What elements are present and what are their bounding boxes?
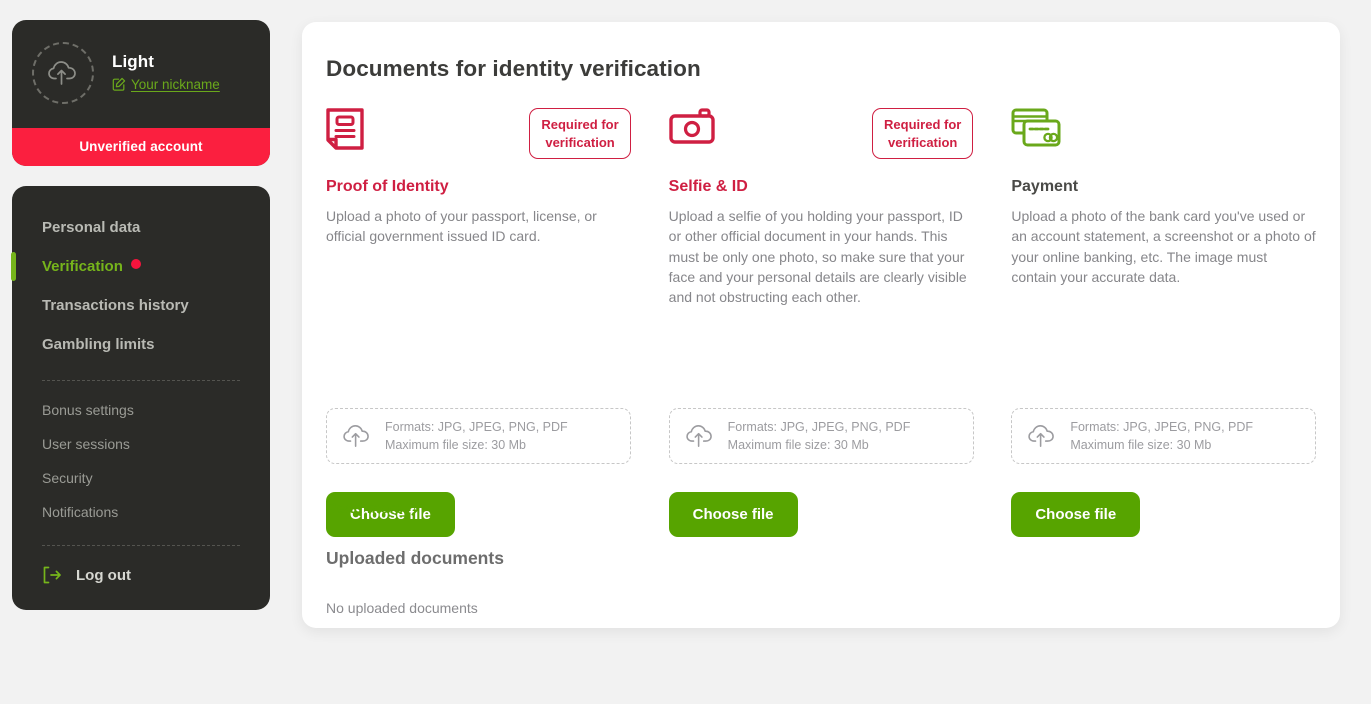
column-description: Upload a photo of your passport, license… xyxy=(326,206,631,247)
column-title: Proof of Identity xyxy=(326,178,631,196)
sidebar-item-label: Gambling limits xyxy=(42,336,155,353)
column-description: Upload a photo of the bank card you've u… xyxy=(1011,206,1316,287)
dropzone-maxsize: Maximum file size: 30 Mb xyxy=(728,436,911,454)
dropzone[interactable]: Formats: JPG, JPEG, PNG, PDF Maximum fil… xyxy=(669,408,974,464)
column-title: Selfie & ID xyxy=(669,178,974,196)
profile-card: Light Your nickname Unverified account xyxy=(12,20,270,166)
read-more-label: Read more xyxy=(326,500,404,517)
document-columns: Required for verification Proof of Ident… xyxy=(326,108,1316,307)
required-badge[interactable]: Required for verification xyxy=(529,108,630,159)
logout-label: Log out xyxy=(76,567,131,584)
dropzone-formats: Formats: JPG, JPEG, PNG, PDF xyxy=(385,418,568,436)
status-badge: Unverified account xyxy=(12,128,270,166)
sidebar-item-transactions-history[interactable]: Transactions history xyxy=(12,286,270,325)
nickname-row[interactable]: Your nickname xyxy=(112,77,220,92)
dropzone-maxsize: Maximum file size: 30 Mb xyxy=(1070,436,1253,454)
avatar[interactable] xyxy=(32,42,94,104)
sidebar-item-security[interactable]: Security xyxy=(12,461,270,495)
sidebar-item-verification[interactable]: Verification xyxy=(12,247,270,286)
uploaded-documents-title: Uploaded documents xyxy=(326,548,504,569)
chevron-right-icon xyxy=(411,502,420,516)
column-description: Upload a selfie of you holding your pass… xyxy=(669,206,974,307)
sidebar-item-gambling-limits[interactable]: Gambling limits xyxy=(12,325,270,364)
column-header: Required for verification xyxy=(326,108,631,160)
notification-dot-icon xyxy=(131,259,141,269)
sidebar-nav: Personal data Verification Transactions … xyxy=(12,186,270,610)
column-title: Payment xyxy=(1011,178,1316,196)
sidebar-item-label: Personal data xyxy=(42,219,140,236)
choose-file-button[interactable]: Choose file xyxy=(669,492,798,537)
profile-name: Light xyxy=(112,52,220,72)
sidebar-item-notifications[interactable]: Notifications xyxy=(12,495,270,529)
column-header: Required for verification xyxy=(669,108,974,160)
cloud-upload-icon xyxy=(343,424,371,448)
sidebar-item-personal-data[interactable]: Personal data xyxy=(12,208,270,247)
dropzone-formats: Formats: JPG, JPEG, PNG, PDF xyxy=(728,418,911,436)
verification-panel: Documents for identity verification Requ… xyxy=(302,22,1340,628)
dropzone-text: Formats: JPG, JPEG, PNG, PDF Maximum fil… xyxy=(1070,418,1253,454)
document-column-payment: Payment Upload a photo of the bank card … xyxy=(1011,108,1316,307)
sidebar: Light Your nickname Unverified account P… xyxy=(12,20,270,610)
sidebar-item-bonus-settings[interactable]: Bonus settings xyxy=(12,393,270,427)
cloud-upload-icon xyxy=(1028,424,1056,448)
column-header xyxy=(1011,108,1316,160)
camera-icon xyxy=(669,108,715,144)
page-title: Documents for identity verification xyxy=(326,56,1316,82)
sidebar-item-label: Verification xyxy=(42,258,123,275)
sidebar-item-user-sessions[interactable]: User sessions xyxy=(12,427,270,461)
read-more-link[interactable]: Read more xyxy=(326,500,420,517)
nav-divider xyxy=(42,545,240,546)
dropzone-text: Formats: JPG, JPEG, PNG, PDF Maximum fil… xyxy=(385,418,568,454)
cloud-upload-icon xyxy=(686,424,714,448)
choose-file-button[interactable]: Choose file xyxy=(1011,492,1140,537)
required-badge[interactable]: Required for verification xyxy=(872,108,973,159)
document-column-proof-of-identity: Required for verification Proof of Ident… xyxy=(326,108,631,307)
dropzone-maxsize: Maximum file size: 30 Mb xyxy=(385,436,568,454)
edit-pencil-icon xyxy=(112,77,126,91)
logout-button[interactable]: Log out xyxy=(12,558,270,584)
dropzone[interactable]: Formats: JPG, JPEG, PNG, PDF Maximum fil… xyxy=(326,408,631,464)
nickname-link[interactable]: Your nickname xyxy=(131,77,220,92)
profile-info: Light Your nickname xyxy=(112,52,220,93)
cloud-upload-icon xyxy=(48,60,78,86)
profile-header: Light Your nickname xyxy=(12,20,270,128)
document-icon xyxy=(326,108,364,150)
dropzone[interactable]: Formats: JPG, JPEG, PNG, PDF Maximum fil… xyxy=(1011,408,1316,464)
document-column-selfie-and-id: Required for verification Selfie & ID Up… xyxy=(669,108,974,307)
dropzone-formats: Formats: JPG, JPEG, PNG, PDF xyxy=(1070,418,1253,436)
nav-divider xyxy=(42,380,240,381)
credit-cards-icon xyxy=(1011,108,1063,148)
uploaded-documents-empty: No uploaded documents xyxy=(326,600,478,616)
dropzone-text: Formats: JPG, JPEG, PNG, PDF Maximum fil… xyxy=(728,418,911,454)
logout-icon xyxy=(42,566,62,584)
sidebar-item-label: Transactions history xyxy=(42,297,189,314)
